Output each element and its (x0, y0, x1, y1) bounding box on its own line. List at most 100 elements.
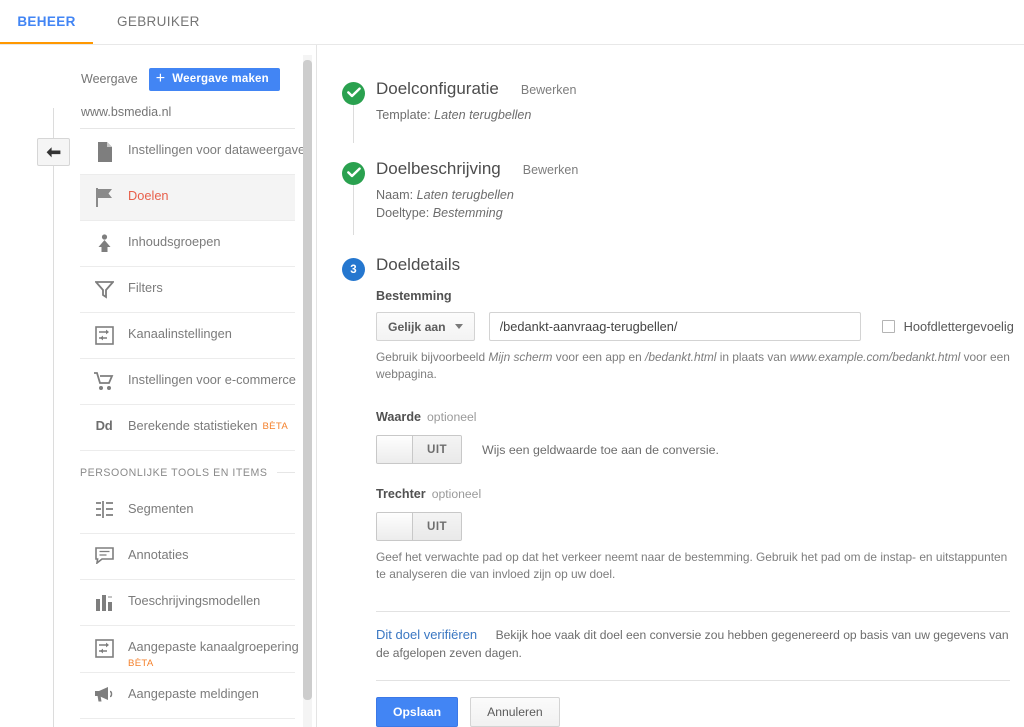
document-icon (80, 142, 128, 162)
step-1-header: Doelconfiguratie Bewerken (376, 55, 1024, 99)
check-icon (346, 85, 361, 103)
tab-gebruiker[interactable]: GEBRUIKER (93, 0, 213, 41)
value-toggle-row: UIT Wijs een geldwaarde toe aan de conve… (376, 435, 1024, 464)
sidebar-item-doelen[interactable]: Doelen (80, 175, 295, 221)
sidebar-scrollbar-thumb[interactable] (303, 60, 312, 700)
step-connector-2 (353, 185, 354, 235)
beta-badge: BÈTA (128, 658, 154, 669)
step-doelbeschrijving: Doelbeschrijving Bewerken Naam: Laten te… (334, 135, 1024, 235)
case-sensitive-checkbox[interactable] (881, 320, 895, 333)
sidebar-item-filters[interactable]: Filters (80, 267, 295, 313)
funnel-toggle-knob (377, 513, 413, 540)
channel-settings-icon (80, 326, 128, 345)
step-doelconfiguratie: Doelconfiguratie Bewerken Template: Late… (334, 55, 1024, 143)
step-1-edit-link[interactable]: Bewerken (521, 83, 577, 97)
content-grouping-icon (80, 234, 128, 253)
value-label: Waarde (376, 410, 422, 424)
step-1-detail-prefix: Template: (376, 108, 435, 122)
verify-section-divider (376, 611, 1010, 612)
sidebar-header: Weergave + Weergave maken www.bsmedia.nl (80, 55, 312, 129)
sidebar-item-inhoudsgroepen[interactable]: Inhoudsgroepen (80, 221, 295, 267)
value-toggle-state: UIT (413, 436, 461, 463)
sidebar-collapse-button[interactable] (37, 138, 70, 166)
sidebar-item-kanaalinstellingen[interactable]: Kanaalinstellingen (80, 313, 295, 359)
sidebar-item-label: Annotaties (128, 547, 189, 562)
verify-goal-group: Dit doel verifiëren Bekijk hoe vaak dit … (376, 626, 1012, 662)
step-1-detail: Template: Laten terugbellen (376, 106, 1024, 124)
sidebar-section-rule (276, 472, 295, 473)
destination-field-group: Bestemming Gelijk aan Hoofdlettergevoeli… (376, 289, 1024, 383)
dd-text-icon: Dd (95, 418, 113, 433)
step-3-title: Doeldetails (376, 255, 461, 274)
sidebar-item-label: Filters (128, 280, 163, 295)
value-toggle-description: Wijs een geldwaarde toe aan de conversie… (482, 442, 719, 457)
sidebar-item-berekende-statistieken[interactable]: Dd Berekende statistieken BÈTA (80, 405, 295, 451)
tab-beheer[interactable]: BEHEER (0, 0, 93, 41)
step-2-detail-name: Naam: Laten terugbellen (376, 188, 514, 202)
step-2-badge (342, 162, 365, 185)
sidebar-item-label: Aangepaste meldingen (128, 686, 259, 701)
sidebar-item-aangepaste-kanaalgroepering[interactable]: Aangepaste kanaalgroepering BÈTA (80, 626, 299, 673)
funnel-toggle[interactable]: UIT (376, 512, 462, 541)
create-view-label: Weergave maken (172, 73, 269, 85)
tab-list: BEHEER GEBRUIKER (0, 0, 213, 41)
chevron-down-icon (454, 324, 463, 329)
create-view-button[interactable]: + Weergave maken (148, 67, 280, 91)
step-1-badge (342, 82, 365, 105)
step-2-title: Doelbeschrijving (376, 159, 501, 178)
value-toggle[interactable]: UIT (376, 435, 462, 464)
sidebar-section-title: PERSOONLIJKE TOOLS EN ITEMS (80, 466, 268, 479)
sidebar-item-segmenten[interactable]: Segmenten (80, 488, 295, 534)
funnel-description: Geef het verwachte pad op dat het verkee… (376, 550, 1008, 581)
beta-badge: BÈTA (262, 421, 289, 432)
funnel-optional-label: optioneel (431, 487, 482, 501)
step-3-badge: 3 (342, 258, 365, 281)
sidebar-item-dataweergave[interactable]: Instellingen voor dataweergave (80, 129, 305, 175)
destination-input-row: Gelijk aan Hoofdlettergevoelig (376, 312, 1024, 341)
sidebar-item-label: Instellingen voor e-commerce (128, 372, 296, 387)
funnel-toggle-state: UIT (413, 513, 461, 540)
cancel-button[interactable]: Annuleren (470, 697, 560, 727)
save-button[interactable]: Opslaan (376, 697, 459, 727)
goal-editor-panel: Doelconfiguratie Bewerken Template: Late… (334, 55, 1024, 727)
step-3-actions: Opslaan Annuleren (376, 697, 1024, 727)
sidebar-item-aangepaste-meldingen[interactable]: Aangepaste meldingen (80, 673, 295, 719)
channel-settings-icon (80, 639, 128, 658)
step-1-detail-value: Laten terugbellen (434, 108, 532, 122)
tab-bar-bottom-border (0, 44, 1024, 45)
funnel-label-row: Trechter optioneel (376, 485, 1024, 503)
step-2-detail: Naam: Laten terugbellen Doeltype: Bestem… (376, 186, 1024, 222)
step-2-edit-link[interactable]: Bewerken (523, 163, 579, 177)
verify-goal-link[interactable]: Dit doel verifiëren (376, 627, 477, 642)
sidebar-item-label: Toeschrijvingsmodellen (128, 593, 261, 608)
destination-label: Bestemming (376, 289, 452, 303)
sidebar-item-label: Aangepaste kanaalgroepering BÈTA (128, 639, 303, 672)
case-sensitive-checkbox-wrap[interactable]: Hoofdlettergevoelig (881, 319, 1014, 334)
match-type-value: Gelijk aan (388, 319, 446, 334)
destination-hint: Gebruik bijvoorbeeld Mijn scherm voor ee… (376, 350, 1010, 381)
plus-icon: + (155, 70, 166, 87)
sidebar-item-toeschrijvingsmodellen[interactable]: Toeschrijvingsmodellen (80, 580, 295, 626)
sidebar-item-label: Segmenten (128, 501, 194, 516)
top-tab-bar: BEHEER GEBRUIKER (0, 0, 1024, 45)
shopping-cart-icon (80, 372, 128, 391)
arrow-left-icon (45, 146, 62, 159)
step-1-title: Doelconfiguratie (376, 79, 499, 98)
bar-chart-icon (80, 593, 128, 611)
view-label: Weergave (81, 72, 138, 86)
step-3-header: Doeldetails (376, 231, 1024, 275)
sidebar-section-header: PERSOONLIJKE TOOLS EN ITEMS (80, 451, 295, 488)
actions-top-divider (376, 680, 1010, 681)
step-2-detail-type: Doeltype: Bestemming (376, 206, 503, 220)
sidebar-item-annotaties[interactable]: Annotaties (80, 534, 295, 580)
destination-url-input[interactable] (488, 312, 861, 341)
funnel-icon (80, 280, 128, 299)
funnel-label: Trechter (376, 487, 426, 501)
sidebar-item-ecommerce[interactable]: Instellingen voor e-commerce (80, 359, 296, 405)
collapse-rail-line (53, 108, 54, 727)
step-2-header: Doelbeschrijving Bewerken (376, 135, 1024, 179)
sidebar-item-label: Berekende statistieken BÈTA (128, 418, 289, 433)
value-label-row: Waarde optioneel (376, 408, 1024, 426)
match-type-select[interactable]: Gelijk aan (376, 312, 475, 341)
check-icon (346, 165, 361, 183)
